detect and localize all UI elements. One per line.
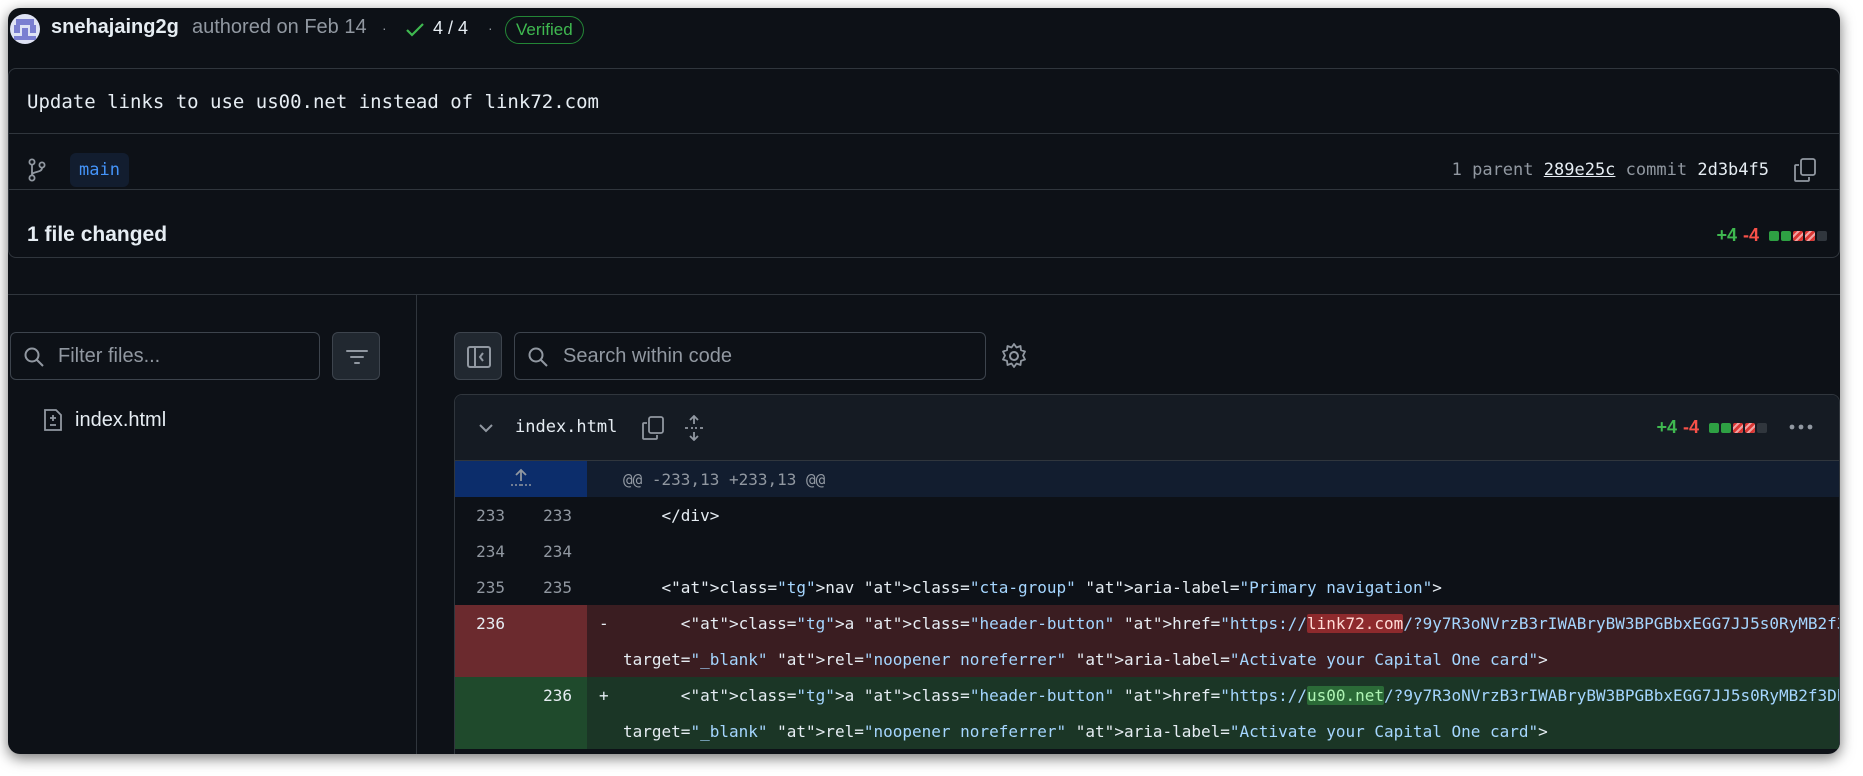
- filter-files-input[interactable]: Filter files...: [10, 332, 320, 380]
- diffstat-bar: [1769, 230, 1827, 241]
- more-options-icon[interactable]: [1783, 411, 1819, 443]
- commit-page: snehajaing2g authored on Feb 14 · 4 / 4 …: [8, 8, 1840, 754]
- additions-count: +4: [1656, 417, 1677, 437]
- copy-icon[interactable]: [641, 415, 665, 441]
- new-line-number[interactable]: 234: [522, 542, 572, 561]
- filter-options-button[interactable]: [332, 332, 380, 380]
- sidebar-divider: [416, 295, 417, 754]
- diff-line: 234 234: [455, 533, 1839, 569]
- divider: [9, 133, 1839, 134]
- copy-icon[interactable]: [1793, 157, 1817, 183]
- deletions-count: -4: [1682, 417, 1699, 437]
- parent-info: 1 parent 289e25c commit 2d3b4f5: [1452, 160, 1769, 180]
- git-branch-icon: [28, 158, 46, 182]
- author-row: snehajaing2g authored on Feb 14 · 4 / 4 …: [8, 8, 1840, 52]
- parent-sha-link[interactable]: 289e25c: [1544, 160, 1616, 180]
- file-diff: index.html +4 -4 @@ -233,13 +233,13 @@ 2…: [454, 394, 1840, 754]
- expand-up-icon: [511, 468, 531, 486]
- parent-label: 1 parent: [1451, 160, 1534, 180]
- file-name: index.html: [75, 408, 167, 431]
- old-line-number[interactable]: 236: [455, 614, 505, 633]
- diff-line-added: 236 <"at">class="tg">a "at">class="heade…: [455, 677, 1839, 749]
- diff-stats: +4 -4: [1716, 225, 1827, 246]
- checks-status[interactable]: 4 / 4: [433, 18, 468, 39]
- expand-all-icon[interactable]: [683, 415, 705, 441]
- diff-sign: -: [599, 614, 609, 633]
- diff-filename[interactable]: index.html: [515, 417, 617, 437]
- code-search-input[interactable]: Search within code: [514, 332, 986, 380]
- divider: [9, 189, 1839, 190]
- hunk-header-text: @@ -233,13 +233,13 @@: [587, 461, 1839, 497]
- additions-count: +4: [1716, 225, 1737, 245]
- old-line-number[interactable]: 233: [455, 506, 505, 525]
- separator-dot: ·: [382, 20, 387, 36]
- diff-line-deleted: 236 <"at">class="tg">a "at">class="heade…: [455, 605, 1839, 677]
- file-diff-header: index.html +4 -4: [455, 395, 1839, 461]
- old-line-number[interactable]: 235: [455, 578, 505, 597]
- gear-icon[interactable]: [996, 338, 1032, 374]
- file-diff-stats: +4 -4: [1656, 417, 1767, 438]
- branch-badge[interactable]: main: [70, 153, 129, 187]
- hunk-header-row: @@ -233,13 +233,13 @@: [455, 461, 1839, 497]
- check-icon: [406, 23, 424, 37]
- code-line-wrap: target="_blank" "at">rel="noopener noref…: [623, 722, 1548, 741]
- old-line-number[interactable]: 234: [455, 542, 505, 561]
- commit-summary: Update links to use us00.net instead of …: [8, 68, 1840, 258]
- diffstat-bar: [1709, 422, 1767, 433]
- separator-dot: ·: [488, 20, 493, 36]
- chevron-down-icon[interactable]: [477, 419, 495, 437]
- code-line: <"at">class="tg">nav "at">class="cta-gro…: [623, 578, 1442, 597]
- file-tree-item[interactable]: index.html: [43, 404, 166, 436]
- diff-line: 233 233 </div>: [455, 497, 1839, 533]
- commit-sha: 2d3b4f5: [1697, 160, 1769, 180]
- new-line-number[interactable]: 235: [522, 578, 572, 597]
- sidebar-collapse-icon: [467, 346, 491, 368]
- diff-body: @@ -233,13 +233,13 @@ 233 233 </div> 234 2…: [455, 461, 1839, 749]
- diff-line: 235 235 <"at">class="tg">nav "at">class="…: [455, 569, 1839, 605]
- filter-icon: [346, 350, 368, 364]
- deletions-count: -4: [1742, 225, 1759, 245]
- search-icon: [528, 347, 548, 367]
- filter-placeholder: Filter files...: [58, 345, 161, 367]
- files-changed-count: 1 file changed: [27, 223, 168, 246]
- search-placeholder: Search within code: [563, 345, 732, 367]
- search-icon: [24, 347, 44, 367]
- commit-title: Update links to use us00.net instead of …: [27, 91, 599, 113]
- authored-date: authored on Feb 14: [192, 16, 367, 38]
- diff-sign: +: [599, 686, 609, 705]
- code-line: </div>: [623, 506, 720, 525]
- code-line-wrap: target="_blank" "at">rel="noopener noref…: [623, 650, 1548, 669]
- new-line-number[interactable]: 233: [522, 506, 572, 525]
- commit-label: commit: [1625, 160, 1688, 180]
- expand-up-button[interactable]: [455, 461, 587, 497]
- divider: [8, 294, 1840, 295]
- file-diff-icon: [44, 409, 62, 431]
- toggle-file-tree-button[interactable]: [454, 332, 502, 380]
- new-line-number[interactable]: 236: [522, 686, 572, 705]
- author-name[interactable]: snehajaing2g: [51, 16, 179, 39]
- avatar[interactable]: [10, 14, 40, 44]
- verified-badge[interactable]: Verified: [505, 16, 584, 44]
